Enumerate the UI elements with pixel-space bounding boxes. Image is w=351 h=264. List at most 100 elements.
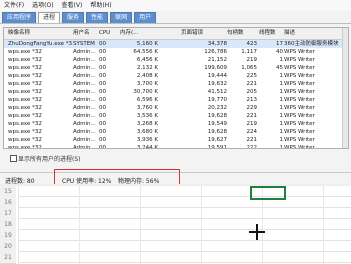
table-row[interactable]: wps.exe *32 Admin... 00 2,132 K 199,609 1,065… [4, 64, 344, 72]
table-cell: 00 [99, 97, 106, 103]
col-description[interactable]: 描述 [284, 28, 340, 39]
table-cell: 41,512 [207, 89, 227, 95]
table-cell: WPS Writer [284, 81, 315, 87]
table-row[interactable]: wps.exe *32 Admin... 00 3,680 K 19,628 224 1 WP… [4, 128, 344, 136]
table-cell: 225 [246, 73, 258, 79]
sheet-column-divider [140, 186, 141, 264]
table-cell: WPS Writer [284, 97, 315, 103]
menu-bar: 文件(F) 选项(O) 查看(V) 帮助(H) [0, 0, 351, 11]
table-cell: 229 [246, 105, 258, 111]
col-memory[interactable]: 内存(... [120, 28, 158, 39]
tab-networking[interactable]: 联网 [110, 12, 133, 23]
table-row[interactable]: wps.exe *32 Admin... 00 3,244 K 19,591 222 1 WP… [4, 144, 344, 148]
table-row[interactable]: wps.exe *32 Admin... 00 6,456 K 21,152 219 1 WP… [4, 56, 344, 64]
process-table[interactable]: 映像名称 用户名 CPU 内存(... 页面错误 句柄数 线程数 描述 ZhuD… [3, 27, 349, 149]
table-cell: Admin... [73, 97, 96, 103]
sheet-row-divider [18, 251, 351, 252]
col-user-name[interactable]: 用户名 [73, 28, 97, 39]
table-cell: 1 [279, 129, 284, 135]
col-cpu[interactable]: CPU [99, 28, 117, 39]
table-cell: 19,632 [207, 81, 227, 87]
table-cell: WPS Writer [284, 113, 315, 119]
menu-view[interactable]: 查看(V) [62, 0, 83, 11]
table-cell: 19,628 [207, 113, 227, 119]
table-row[interactable]: wps.exe *32 Admin... 00 64,556 K 126,786 1,11… [4, 48, 344, 56]
table-cell: 360主动防御服务模块 [284, 41, 339, 47]
table-cell: Admin... [73, 121, 96, 127]
table-cell: 00 [99, 89, 106, 95]
vertical-scrollbar[interactable] [342, 28, 348, 148]
table-cell: wps.exe *32 [8, 89, 42, 95]
tab-services[interactable]: 服务 [62, 12, 85, 23]
table-cell: 221 [246, 113, 258, 119]
table-cell: wps.exe *32 [8, 121, 42, 127]
table-cell: Admin... [73, 49, 96, 55]
table-cell: 00 [99, 129, 106, 135]
tab-performance[interactable]: 性能 [86, 12, 109, 23]
table-row[interactable]: wps.exe *32 Admin... 00 30,700 K 41,512 205 1 W… [4, 88, 344, 96]
menu-file[interactable]: 文件(F) [4, 0, 24, 11]
sheet-row-divider [18, 229, 351, 230]
col-page-faults[interactable]: 页面错误 [181, 28, 227, 39]
table-cell: 3,760 K [136, 105, 158, 111]
spreadsheet-area[interactable]: 15 16 17 18 19 20 21 [0, 186, 351, 264]
table-cell: 205 [246, 89, 258, 95]
table-cell: 45 [276, 65, 283, 71]
sheet-column-divider [79, 186, 80, 264]
table-cell: SYSTEM [73, 41, 95, 47]
tab-applications[interactable]: 应用程序 [2, 12, 37, 23]
tab-processes[interactable]: 进程 [38, 12, 61, 23]
show-all-processes-checkbox[interactable] [10, 155, 17, 162]
table-cell: 00 [99, 73, 106, 79]
table-cell: 1 [279, 89, 284, 95]
col-image-name[interactable]: 映像名称 [8, 28, 72, 39]
table-cell: wps.exe *32 [8, 129, 42, 135]
menu-options[interactable]: 选项(O) [32, 0, 53, 11]
table-row[interactable]: wps.exe *32 Admin... 00 3,936 K 19,627 221 1 WP… [4, 136, 344, 144]
table-row[interactable]: wps.exe *32 Admin... 00 3,268 K 19,549 219 1 WP… [4, 120, 344, 128]
table-cell: 6,596 K [136, 97, 158, 103]
table-row[interactable]: wps.exe *32 Admin... 00 3,700 K 19,632 221 1 WP… [4, 80, 344, 88]
table-cell: WPS Writer [284, 49, 315, 55]
table-cell: Admin... [73, 137, 96, 143]
tab-users[interactable]: 用户 [134, 12, 157, 23]
table-cell: 00 [99, 57, 106, 63]
table-cell: WPS Writer [284, 65, 315, 71]
table-cell: 20,232 [207, 105, 227, 111]
table-cell: wps.exe *32 [8, 113, 42, 119]
table-cell: 1,065 [241, 65, 257, 71]
table-cell: 00 [99, 105, 106, 111]
table-cell: 1,117 [241, 49, 257, 55]
table-cell: 3,936 K [136, 137, 158, 143]
table-row[interactable]: wps.exe *32 Admin... 00 3,536 K 19,628 221 1 WP… [4, 112, 344, 120]
table-cell: Admin... [73, 129, 96, 135]
table-cell: 199,609 [204, 65, 227, 71]
table-cell: 00 [99, 41, 106, 47]
table-cell: 30,700 K [133, 89, 158, 95]
table-cell: Admin... [73, 89, 96, 95]
table-cell: 19,549 [207, 121, 227, 127]
table-cell: 17 [276, 41, 283, 47]
menu-help[interactable]: 帮助(H) [90, 0, 111, 11]
table-cell: 00 [99, 137, 106, 143]
table-cell: Admin... [73, 65, 96, 71]
table-cell: 19,627 [207, 137, 227, 143]
table-row[interactable]: wps.exe *32 Admin... 00 3,760 K 20,232 229 1 WP… [4, 104, 344, 112]
sheet-row-divider [18, 262, 351, 263]
table-cell: 1 [279, 73, 284, 79]
col-threads[interactable]: 线程数 [259, 28, 283, 39]
highlight-box [54, 169, 180, 184]
sheet-column-divider [201, 186, 202, 264]
tab-bar: 应用程序 进程 服务 性能 联网 用户 [0, 12, 351, 24]
table-cell: WPS Writer [284, 57, 315, 63]
table-cell: 5,160 K [136, 41, 158, 47]
col-handles[interactable]: 句柄数 [227, 28, 257, 39]
sheet-row-divider [18, 207, 351, 208]
sheet-column-divider [18, 186, 19, 264]
table-row[interactable]: wps.exe *32 Admin... 00 6,596 K 19,770 213 1 WP… [4, 96, 344, 104]
table-row[interactable]: wps.exe *32 Admin... 00 2,408 K 19,444 225 1 WP… [4, 72, 344, 80]
table-cell: 34,378 [207, 41, 227, 47]
table-cell: wps.exe *32 [8, 137, 42, 143]
selected-cell[interactable] [250, 186, 286, 200]
table-row[interactable]: ZhuDongFangYu.exe *32 SYSTEM 00 5,160 K 34,3… [4, 40, 344, 48]
